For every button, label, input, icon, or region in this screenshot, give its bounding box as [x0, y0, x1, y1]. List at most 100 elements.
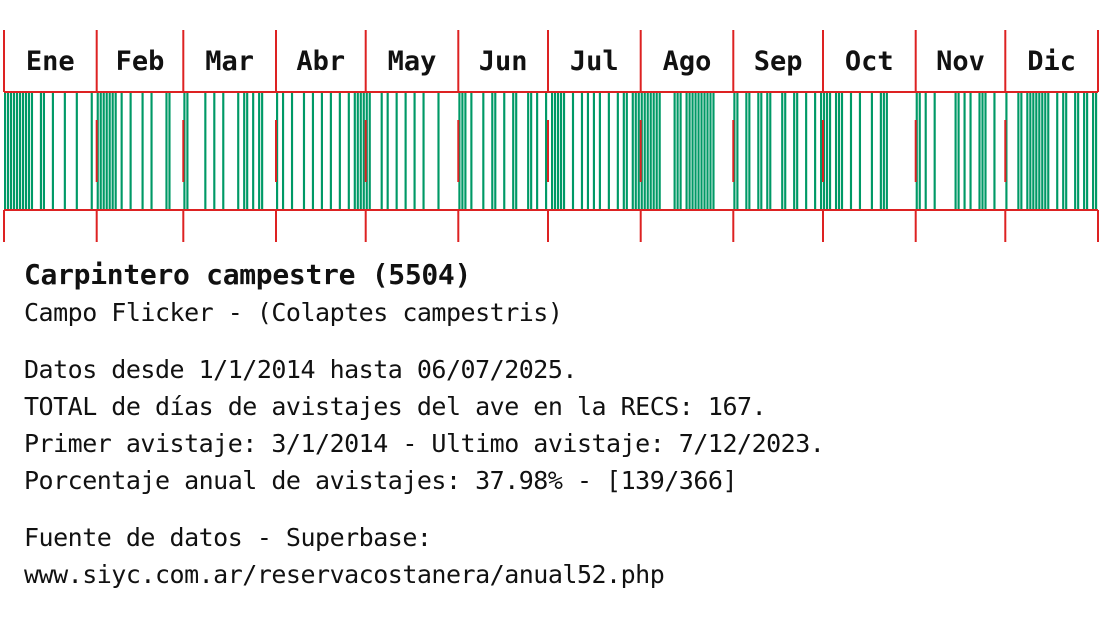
sighting-bar-jun-16: [503, 92, 506, 210]
sighting-bar-jun-27: [536, 92, 539, 210]
sighting-bar-abr-29: [359, 92, 362, 210]
sighting-bar-ago-20: [697, 92, 700, 210]
sighting-bar-jul-3: [553, 92, 557, 210]
sighting-bar-ene-25: [75, 92, 78, 210]
sighting-bar-oct-17: [870, 92, 873, 210]
sighting-bar-dic-9: [1029, 92, 1032, 210]
sighting-bar-jul-9: [571, 92, 575, 210]
sighting-bar-nov-14: [954, 92, 957, 210]
month-label-jul: Jul: [570, 46, 619, 77]
sighting-bar-jun-30: [545, 92, 548, 210]
sighting-bar-dic-18: [1056, 92, 1059, 210]
sighting-bar-abr-25: [347, 92, 350, 210]
sighting-bar-sep-10: [760, 92, 763, 210]
month-label-nov: Nov: [936, 46, 985, 77]
sighting-bar-feb-2: [99, 92, 102, 210]
sighting-bar-feb-6: [111, 92, 114, 210]
sighting-bar-abr-27: [353, 92, 356, 210]
sighting-bar-ago-14: [679, 92, 682, 210]
sighting-bar-ago-4: [649, 92, 652, 210]
sighting-bar-sep-22: [796, 92, 799, 210]
sighting-bar-jun-2: [461, 92, 464, 210]
sighting-bar-dic-21: [1065, 92, 1068, 210]
sighting-bar-abr-16: [320, 92, 323, 210]
sighting-bar-ene-2: [6, 92, 10, 210]
sighting-bar-dic-6: [1020, 92, 1023, 210]
sighting-bar-nov-15: [957, 92, 960, 210]
sighting-bar-jun-5: [470, 92, 473, 210]
sighting-bar-sep-13: [769, 92, 772, 210]
annual-percentage-line: Porcentaje anual de avistajes: 37.98% - …: [24, 466, 738, 495]
sighting-bar-nov-24: [984, 92, 987, 210]
sighting-bar-may-6: [380, 92, 383, 210]
sighting-bar-feb-19: [150, 92, 153, 210]
sighting-bar-jul-21: [607, 92, 610, 210]
sighting-bar-jul-2: [551, 92, 554, 210]
month-label-abr: Abr: [296, 46, 345, 77]
sighting-bar-dic-8: [1026, 92, 1029, 210]
sighting-bar-sep-21: [793, 92, 796, 210]
sighting-bar-ene-1: [4, 92, 7, 210]
sighting-bar-dic-15: [1047, 92, 1050, 210]
sighting-bar-mar-11: [213, 92, 216, 210]
sighting-bar-jul-6: [562, 92, 566, 210]
sighting-bar-jun-12: [491, 92, 494, 210]
sighting-bar-mar-14: [222, 92, 225, 210]
species-info: Carpintero campestre (5504) Campo Flicke…: [24, 256, 1094, 593]
sighting-bar-ago-7: [658, 92, 661, 210]
source-label: Fuente de datos - Superbase:: [24, 523, 432, 552]
sighting-bar-dic-13: [1041, 92, 1044, 210]
sighting-bar-jul-5: [559, 92, 563, 210]
sighting-bar-oct-20: [879, 92, 882, 210]
sighting-bar-oct-5: [834, 92, 838, 210]
first-last-sighting-line: Primer avistaje: 3/1/2014 - Ultimo avist…: [24, 429, 825, 458]
species-subtitle: Campo Flicker - (Colaptes campestris): [24, 298, 563, 327]
sighting-bar-abr-19: [329, 92, 332, 210]
sighting-bar-jul-24: [616, 92, 619, 210]
sighting-bar-dic-28: [1086, 92, 1089, 210]
sighting-bar-sep-12: [766, 92, 769, 210]
sighting-bar-sep-6: [748, 92, 751, 210]
sighting-bar-abr-6: [290, 92, 294, 210]
sighting-bar-jun-25: [530, 92, 533, 210]
sighting-bar-nov-27: [993, 92, 996, 210]
sighting-bar-may-2: [368, 92, 371, 210]
sighting-bar-jul-4: [556, 92, 560, 210]
sighting-bar-ene-30: [90, 92, 93, 210]
sighting-bar-sep-5: [745, 92, 748, 210]
sighting-bar-may-25: [437, 92, 440, 210]
sighting-bar-oct-6: [837, 92, 841, 210]
sighting-bar-ago-24: [709, 92, 712, 210]
sighting-bar-mar-21: [243, 92, 246, 210]
sighting-bar-jun-3: [464, 92, 467, 210]
sighting-bar-feb-9: [120, 92, 123, 210]
sighting-bar-dic-25: [1077, 92, 1080, 210]
month-label-mar: Mar: [205, 46, 254, 77]
sighting-bar-abr-28: [356, 92, 359, 210]
sighting-bar-feb-12: [129, 92, 132, 210]
sighting-bar-feb-16: [141, 92, 144, 210]
sighting-bar-jun-24: [527, 92, 530, 210]
sighting-bar-nov-4: [924, 92, 927, 210]
sighting-bar-ene-4: [12, 92, 16, 210]
sighting-bar-jul-27: [625, 92, 628, 210]
sighting-bar-nov-7: [933, 92, 936, 210]
sighting-bar-may-17: [413, 92, 416, 210]
month-label-oct: Oct: [845, 46, 894, 77]
sighting-bar-nov-23: [981, 92, 984, 210]
sighting-bar-abr-30: [362, 92, 365, 210]
sighting-bar-mar-26: [258, 92, 261, 210]
sighting-bar-abr-13: [311, 92, 315, 210]
sighting-bar-sep-30: [820, 92, 823, 210]
sighting-bar-sep-9: [757, 92, 760, 210]
sighting-bar-dic-10: [1032, 92, 1035, 210]
sighting-bar-feb-4: [105, 92, 108, 210]
sighting-bar-may-20: [422, 92, 425, 210]
total-days-line: TOTAL de días de avistajes del ave en la…: [24, 392, 767, 421]
sighting-bar-ago-25: [712, 92, 715, 210]
sighting-bar-ene-17: [51, 92, 54, 210]
sighting-bar-oct-3: [828, 92, 832, 210]
sighting-bar-feb-7: [114, 92, 117, 210]
month-label-ene: Ene: [26, 46, 75, 77]
sighting-bar-may-14: [404, 92, 407, 210]
